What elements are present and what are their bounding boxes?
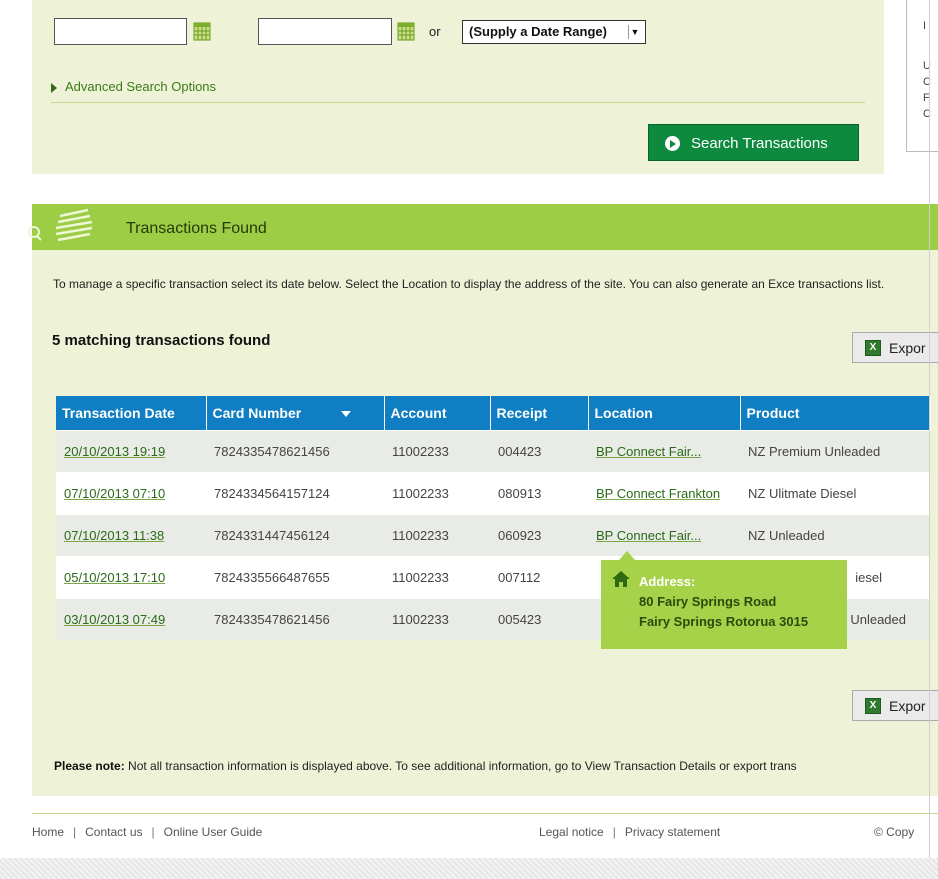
footer-link-privacy[interactable]: Privacy statement: [625, 825, 720, 839]
location-cell: BP Connect Frankton: [588, 471, 740, 514]
account-cell: 11002233: [384, 597, 490, 640]
transaction-date-link[interactable]: 20/10/2013 19:19: [64, 444, 165, 459]
receipt-cell: 004423: [490, 429, 588, 472]
tooltip-heading: Address:: [639, 574, 696, 589]
account-cell: 11002233: [384, 513, 490, 556]
location-cell: BP Connect Fair...: [588, 513, 740, 556]
note-label: Please note:: [54, 759, 125, 773]
date-range-select[interactable]: (Supply a Date Range) ▼: [462, 20, 646, 44]
receipt-cell: 007112: [490, 555, 588, 598]
receipt-cell: 060923: [490, 513, 588, 556]
export-button-bottom[interactable]: X Expor: [852, 690, 938, 721]
search-panel: or (Supply a Date Range) ▼ Advanced Sear…: [32, 0, 884, 174]
transaction-date-cell: 05/10/2013 17:10: [56, 555, 206, 598]
footer-separator: |: [73, 825, 77, 839]
table-row: 07/10/2013 11:38 7824331447456124 110022…: [56, 513, 930, 556]
footer-link-user-guide[interactable]: Online User Guide: [164, 825, 263, 839]
column-header-receipt[interactable]: Receipt: [490, 396, 589, 430]
footer-divider: [32, 813, 938, 814]
column-header-location[interactable]: Location: [588, 396, 741, 430]
export-button-top[interactable]: X Expor: [852, 332, 938, 363]
transaction-date-link[interactable]: 07/10/2013 07:10: [64, 486, 165, 501]
footer-link-contact[interactable]: Contact us: [85, 825, 142, 839]
location-cell: BP Connect Fair...: [588, 429, 740, 472]
column-header-product[interactable]: Product: [740, 396, 931, 430]
chevron-down-icon[interactable]: ▼: [628, 25, 641, 39]
transactions-intro: To manage a specific transaction select …: [53, 277, 885, 291]
account-cell: 11002233: [384, 471, 490, 514]
sort-desc-icon[interactable]: [341, 411, 352, 418]
expand-arrow-icon: [51, 82, 57, 93]
transaction-date-link[interactable]: 07/10/2013 11:38: [64, 528, 164, 543]
card-number-cell: 7824335478621456: [206, 597, 384, 640]
account-cell: 11002233: [384, 429, 490, 472]
excel-icon: X: [865, 340, 881, 356]
location-link[interactable]: BP Connect Fair...: [596, 528, 701, 543]
page: or (Supply a Date Range) ▼ Advanced Sear…: [0, 0, 938, 879]
location-address-tooltip: Address: 80 Fairy Springs Road Fairy Spr…: [601, 551, 847, 649]
footer-link-legal[interactable]: Legal notice: [539, 825, 604, 839]
or-label: or: [429, 24, 441, 39]
transaction-date-cell: 20/10/2013 19:19: [56, 429, 206, 472]
transaction-date-cell: 07/10/2013 07:10: [56, 471, 206, 514]
transactions-count: 5 matching transactions found: [52, 332, 271, 349]
date-range-select-value: (Supply a Date Range): [469, 24, 607, 39]
card-number-cell: 7824334564157124: [206, 471, 384, 514]
transaction-date-cell: 07/10/2013 11:38: [56, 513, 206, 556]
column-header-card-number-label: Card Number: [212, 404, 302, 421]
table-row: 20/10/2013 19:19 7824335478621456 110022…: [56, 429, 930, 472]
note-text: Not all transaction information is displ…: [124, 759, 797, 773]
table-row: 07/10/2013 07:10 7824334564157124 110022…: [56, 471, 930, 514]
footer-link-home[interactable]: Home: [32, 825, 64, 839]
transaction-date-link[interactable]: 03/10/2013 07:49: [64, 612, 165, 627]
side-info-fragment: I: [923, 20, 927, 32]
card-number-cell: 7824331447456124: [206, 513, 384, 556]
calendar-icon[interactable]: [193, 21, 211, 41]
product-cell: NZ Premium Unleaded: [740, 429, 930, 472]
transactions-header: Transactions Found: [28, 204, 938, 250]
divider: [51, 102, 865, 103]
footer-copyright: © Copy: [874, 825, 915, 839]
excel-icon: X: [865, 698, 881, 714]
location-link[interactable]: BP Connect Fair...: [596, 444, 701, 459]
from-date-input[interactable]: [54, 18, 187, 45]
home-icon: [612, 571, 630, 587]
background-pattern: [0, 858, 938, 879]
footer-links-legal: Legal notice | Privacy statement: [539, 825, 720, 839]
column-header-account[interactable]: Account: [384, 396, 491, 430]
calendar-icon[interactable]: [397, 21, 415, 41]
receipt-cell: 080913: [490, 471, 588, 514]
to-date-input[interactable]: [258, 18, 392, 45]
column-header-card-number[interactable]: Card Number: [206, 396, 385, 430]
location-link[interactable]: BP Connect Frankton: [596, 486, 720, 501]
advanced-search-label: Advanced Search Options: [65, 79, 217, 94]
play-icon: [665, 136, 680, 151]
receipt-cell: 005423: [490, 597, 588, 640]
product-cell: NZ Ulitmate Diesel: [740, 471, 930, 514]
export-label: Expor: [889, 340, 926, 356]
frame-edge: [929, 0, 930, 858]
column-header-transaction-date[interactable]: Transaction Date: [56, 396, 207, 430]
search-button-label: Search Transactions: [691, 135, 828, 152]
transactions-title: Transactions Found: [126, 220, 267, 237]
account-cell: 11002233: [384, 555, 490, 598]
side-info-box: I U C F C: [906, 0, 938, 152]
export-label: Expor: [889, 698, 926, 714]
footer-separator: |: [151, 825, 155, 839]
table-header-row: Transaction Date Card Number Account Rec…: [56, 396, 931, 430]
advanced-search-toggle[interactable]: Advanced Search Options: [51, 79, 216, 94]
tooltip-address-line2: Fairy Springs Rotorua 3015: [639, 614, 809, 629]
product-cell: NZ Unleaded: [740, 513, 930, 556]
please-note: Please note: Not all transaction informa…: [54, 759, 797, 773]
card-number-cell: 7824335478621456: [206, 429, 384, 472]
transaction-date-cell: 03/10/2013 07:49: [56, 597, 206, 640]
tooltip-address-line1: 80 Fairy Springs Road: [639, 594, 777, 609]
footer-separator: |: [612, 825, 616, 839]
footer-links-left: Home | Contact us | Online User Guide: [32, 825, 262, 839]
transactions-list-icon: [28, 208, 93, 242]
transaction-date-link[interactable]: 05/10/2013 17:10: [64, 570, 165, 585]
search-transactions-button[interactable]: Search Transactions: [648, 124, 859, 161]
card-number-cell: 7824335566487655: [206, 555, 384, 598]
